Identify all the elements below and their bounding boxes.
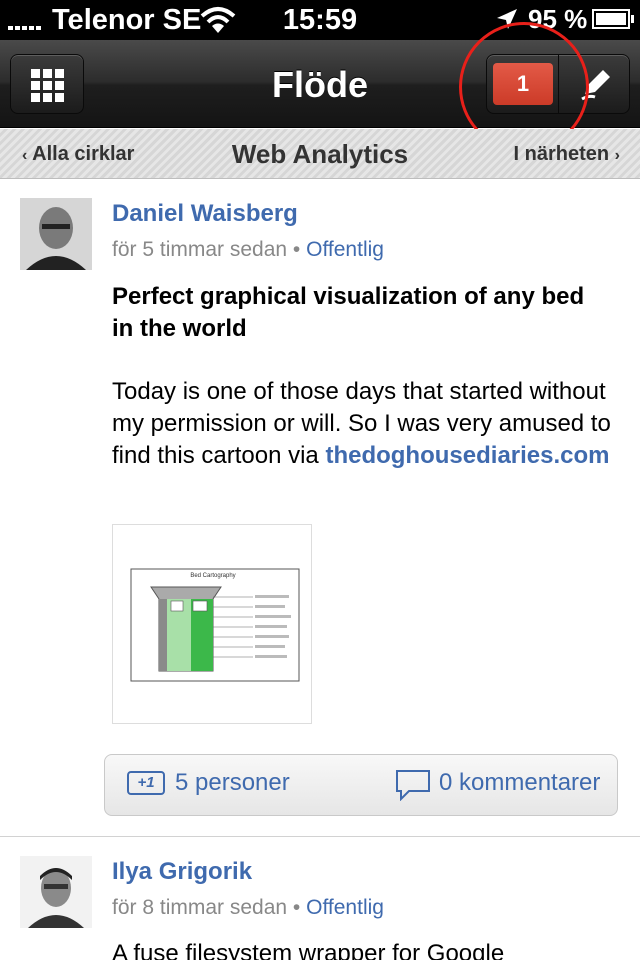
comment-icon[interactable] [395, 769, 431, 806]
visibility-link[interactable]: Offentlig [306, 896, 384, 919]
post-time: för 5 timmar sedan [112, 238, 288, 261]
post-image-thumbnail[interactable]: Bed Cartography [112, 524, 312, 724]
meta-separator: • [292, 896, 301, 919]
visibility-link[interactable]: Offentlig [306, 238, 384, 261]
next-circle-button[interactable]: I närheten › [514, 143, 620, 166]
plus-one-icon[interactable]: +1 [127, 771, 165, 795]
chevron-right-icon: › [614, 147, 620, 164]
thumbnail-title: Bed Cartography [190, 573, 235, 579]
post-meta: för 5 timmar sedan • Offentlig [112, 238, 384, 262]
next-circle-label: I närheten [513, 143, 610, 165]
post-actions: +1 5 personer 0 kommentarer [104, 754, 618, 816]
post-meta: för 8 timmar sedan • Offentlig [112, 896, 384, 920]
post-title: A fuse filesystem wrapper for Google [112, 940, 505, 960]
comment-count[interactable]: 0 kommentarer [439, 769, 600, 797]
battery-icon [592, 9, 634, 29]
circle-selector: ‹ Alla cirklar Web Analytics I närheten … [0, 129, 640, 179]
post-link[interactable]: thedoghousediaries.com [325, 442, 609, 469]
avatar[interactable] [20, 198, 92, 270]
post-divider [0, 836, 640, 837]
avatar[interactable] [20, 856, 92, 928]
post-title: Perfect graphical visualization of any b… [112, 283, 585, 342]
meta-separator: • [292, 238, 301, 261]
plus-one-count[interactable]: 5 personer [175, 769, 290, 797]
post-body: Today is one of those days that started … [112, 376, 612, 472]
author-name[interactable]: Daniel Waisberg [112, 200, 298, 228]
post-time: för 8 timmar sedan [112, 896, 288, 919]
author-name[interactable]: Ilya Grigorik [112, 858, 252, 886]
